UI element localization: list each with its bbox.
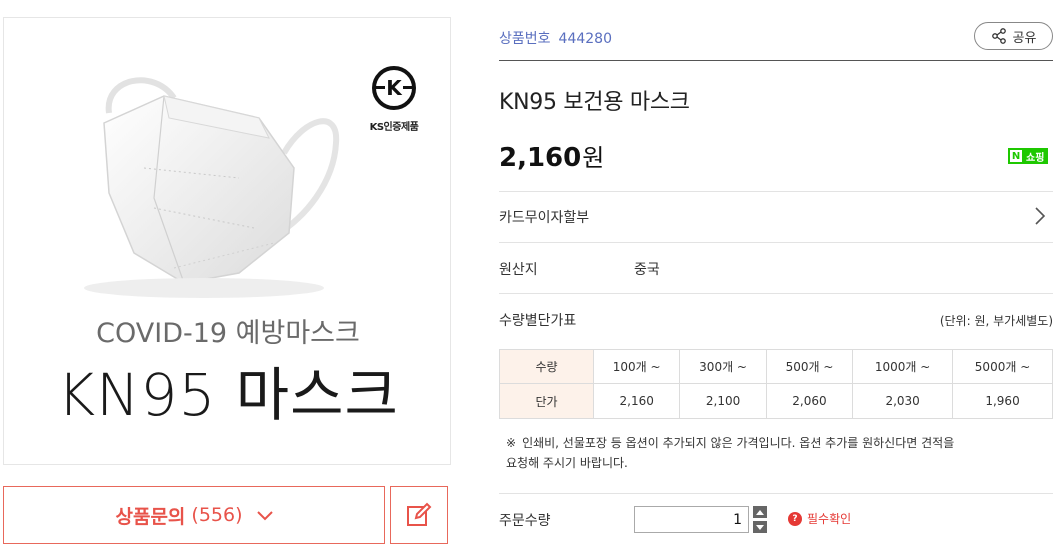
table-row: 수량 100개 ~ 300개 ~ 500개 ~ 1000개 ~ 5000개 ~ [499, 349, 1053, 384]
table-cell: 100개 ~ [592, 349, 681, 384]
edit-icon [407, 502, 432, 526]
share-button[interactable]: 공유 [974, 22, 1053, 50]
divider [499, 242, 1053, 243]
inquiry-label: 상품문의 [115, 505, 186, 528]
product-price: 2,160원 [499, 138, 604, 173]
notice-line-1: 인쇄비, 선물포장 등 옵션이 추가되지 않은 가격입니다. 옵션 추가를 원하… [522, 436, 955, 450]
product-image: K KS인증제품 COVID-19 예방마스크 KN95 마스크 [3, 17, 451, 465]
decrement-button[interactable] [753, 521, 767, 533]
origin-value: 중국 [634, 262, 660, 278]
svg-text:K: K [386, 76, 403, 100]
share-label: 공유 [1012, 30, 1037, 46]
table-cell: 1000개 ~ [852, 349, 954, 384]
quantity-stepper[interactable] [753, 506, 767, 533]
table-cell: 2,160 [592, 383, 681, 419]
naver-n-icon: N [1010, 150, 1022, 162]
naver-shopping-badge[interactable]: N 쇼핑 [1008, 148, 1049, 164]
product-inquiry-button[interactable]: 상품문의 (556) [3, 486, 385, 544]
table-cell: 1,960 [952, 383, 1053, 419]
chevron-down-icon [256, 504, 273, 526]
image-headline: COVID-19 예방마스크 [96, 318, 360, 349]
product-number-label: 상품번호 [499, 31, 551, 47]
qty-price-table: 수량 100개 ~ 300개 ~ 500개 ~ 1000개 ~ 5000개 ~ … [499, 349, 1053, 419]
divider [499, 293, 1053, 294]
table-cell: 2,030 [852, 383, 954, 419]
inquiry-count: (556) [191, 504, 243, 526]
share-icon [991, 28, 1006, 44]
write-review-button[interactable] [390, 486, 448, 544]
order-quantity-label: 주문수량 [499, 513, 551, 529]
divider [499, 60, 1053, 61]
image-product-text: KN95 마스크 [57, 361, 399, 429]
question-icon: ? [788, 511, 802, 526]
price-value: 2,160 [499, 143, 582, 173]
caret-down-icon [756, 524, 764, 530]
table-cell: 5000개 ~ [952, 349, 1053, 384]
table-cell: 300개 ~ [679, 349, 767, 384]
table-header-cell: 단가 [499, 383, 594, 419]
table-cell: 2,060 [765, 383, 854, 419]
caret-up-icon [756, 509, 764, 515]
chevron-right-icon[interactable] [1034, 206, 1046, 230]
required-label: 필수확인 [807, 512, 852, 526]
table-header-cell: 수량 [499, 349, 594, 384]
divider [499, 493, 1053, 494]
product-number-value: 444280 [558, 31, 612, 47]
table-row: 단가 2,160 2,100 2,060 2,030 1,960 [499, 383, 1053, 419]
table-cell: 500개 ~ [765, 349, 854, 384]
price-notice: ※ 인쇄비, 선물포장 등 옵션이 추가되지 않은 가격입니다. 옵션 추가를 원… [506, 433, 1046, 473]
ks-certification-badge: K KS인증제품 [364, 66, 424, 133]
qty-price-table-label: 수량별단가표 [499, 313, 577, 329]
table-cell: 2,100 [679, 383, 767, 419]
divider [499, 191, 1053, 192]
required-check[interactable]: ? 필수확인 [788, 510, 851, 527]
card-installment-label[interactable]: 카드무이자할부 [499, 207, 589, 227]
increment-button[interactable] [753, 506, 767, 518]
quantity-input[interactable] [634, 506, 749, 533]
price-currency: 원 [582, 144, 605, 172]
product-title: KN95 보건용 마스크 [499, 90, 690, 115]
notice-line-2: 요청해 주시기 바랍니다. [506, 456, 628, 470]
mask-illustration [84, 77, 340, 298]
unit-note: (단위: 원, 부가세별도) [939, 314, 1053, 328]
origin-label: 원산지 [499, 262, 538, 278]
ks-logo-icon: K [372, 66, 416, 110]
product-number: 상품번호 444280 [499, 28, 612, 48]
notice-mark: ※ [506, 436, 517, 450]
ks-caption: KS인증제품 [369, 122, 419, 133]
naver-shopping-label: 쇼핑 [1026, 152, 1045, 164]
